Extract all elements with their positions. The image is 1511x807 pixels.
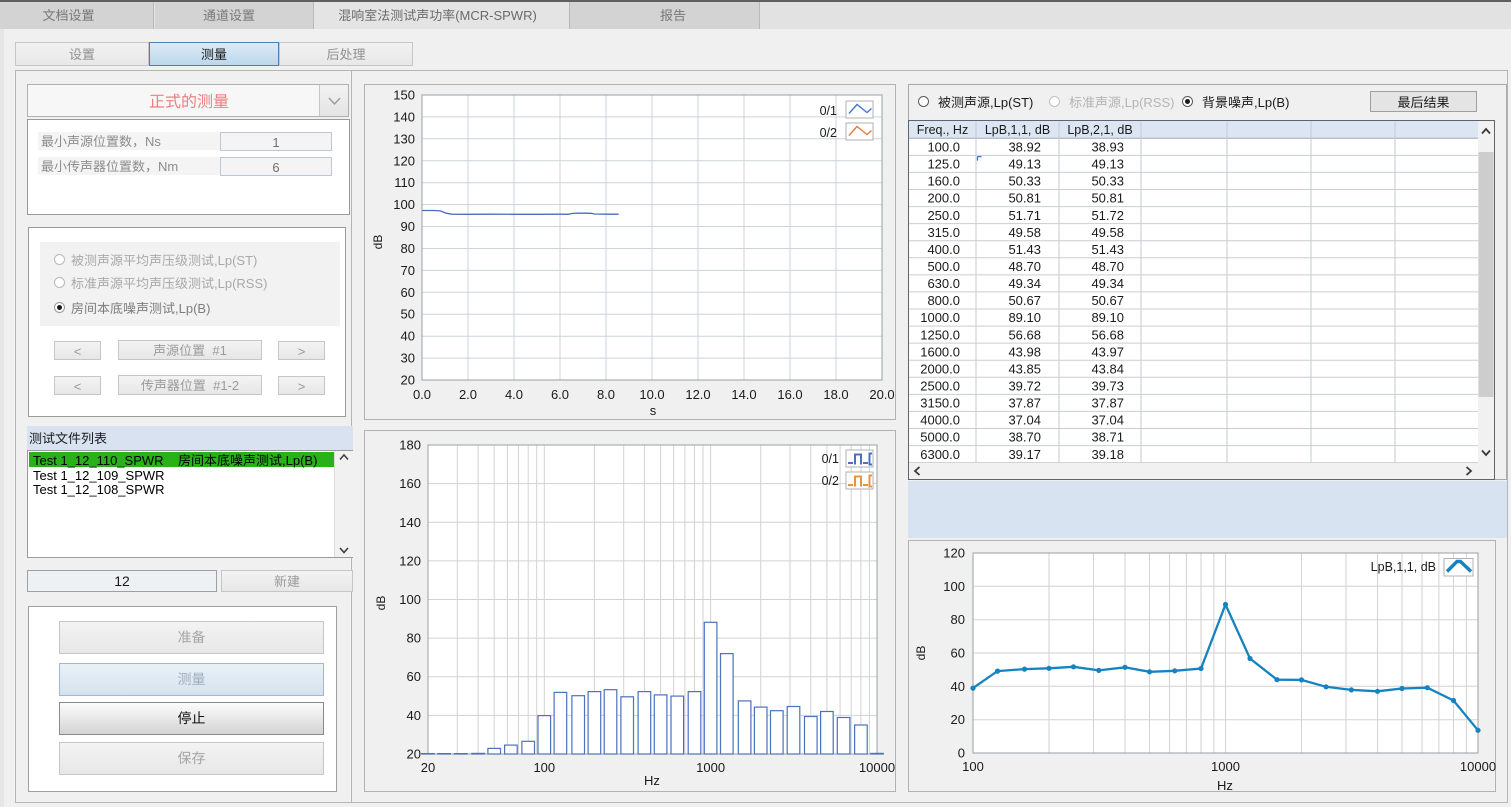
svg-text:60: 60 [407,666,421,685]
svg-text:40: 40 [951,676,965,695]
svg-text:100: 100 [533,757,555,776]
svg-text:0/2: 0/2 [820,122,837,141]
svg-text:30: 30 [401,348,415,367]
svg-text:14.0: 14.0 [731,384,756,403]
svg-text:39.17: 39.17 [1008,444,1041,463]
svg-text:Hz: Hz [644,770,660,789]
svg-text:160: 160 [399,473,421,492]
svg-text:100: 100 [399,589,421,608]
svg-text:100: 100 [962,756,984,775]
svg-text:2.0: 2.0 [459,384,477,403]
svg-text:39.18: 39.18 [1091,444,1124,463]
svg-text:140: 140 [399,512,421,531]
svg-text:s: s [650,400,657,419]
svg-text:20: 20 [407,744,421,763]
svg-text:Freq., Hz: Freq., Hz [917,120,968,138]
svg-text:0/1: 0/1 [820,100,837,119]
svg-text:10000: 10000 [1460,756,1496,775]
svg-text:120: 120 [399,550,421,569]
svg-text:Hz: Hz [1217,775,1233,793]
svg-text:0/2: 0/2 [822,470,839,489]
svg-text:150: 150 [393,85,415,104]
svg-text:100: 100 [393,194,415,213]
svg-text:70: 70 [401,260,415,279]
svg-text:LpB,1,1, dB: LpB,1,1, dB [985,120,1050,138]
svg-text:LpB,2,1, dB: LpB,2,1, dB [1067,120,1132,138]
svg-text:dB: dB [912,646,929,661]
svg-text:6300.0: 6300.0 [920,444,960,463]
svg-text:40: 40 [401,326,415,345]
svg-text:120: 120 [943,543,965,562]
svg-text:50: 50 [401,304,415,323]
svg-text:120: 120 [393,150,415,169]
svg-text:LpB,1,1, dB: LpB,1,1, dB [1371,556,1436,575]
svg-text:10000: 10000 [859,757,895,776]
svg-text:140: 140 [393,106,415,125]
svg-text:6.0: 6.0 [551,384,569,403]
svg-text:4.0: 4.0 [505,384,523,403]
svg-text:110: 110 [394,172,415,191]
svg-text:20: 20 [951,709,965,728]
svg-text:0/1: 0/1 [822,448,839,467]
svg-text:40: 40 [407,705,421,724]
svg-text:16.0: 16.0 [777,384,802,403]
svg-text:180: 180 [399,435,421,454]
svg-text:80: 80 [401,238,415,257]
svg-text:90: 90 [401,216,415,235]
svg-text:60: 60 [951,643,965,662]
svg-text:18.0: 18.0 [823,384,848,403]
svg-text:60: 60 [401,282,415,301]
svg-text:20: 20 [421,757,435,776]
svg-text:dB: dB [372,596,389,611]
svg-text:20.0: 20.0 [869,384,894,403]
svg-text:dB: dB [369,235,386,250]
svg-text:8.0: 8.0 [597,384,615,403]
svg-text:1000: 1000 [696,757,725,776]
svg-text:130: 130 [393,128,415,147]
svg-text:0.0: 0.0 [413,384,431,403]
svg-text:80: 80 [407,628,421,647]
svg-text:1000: 1000 [1211,756,1240,775]
svg-text:100: 100 [943,576,965,595]
svg-text:12.0: 12.0 [685,384,710,403]
svg-text:80: 80 [951,609,965,628]
